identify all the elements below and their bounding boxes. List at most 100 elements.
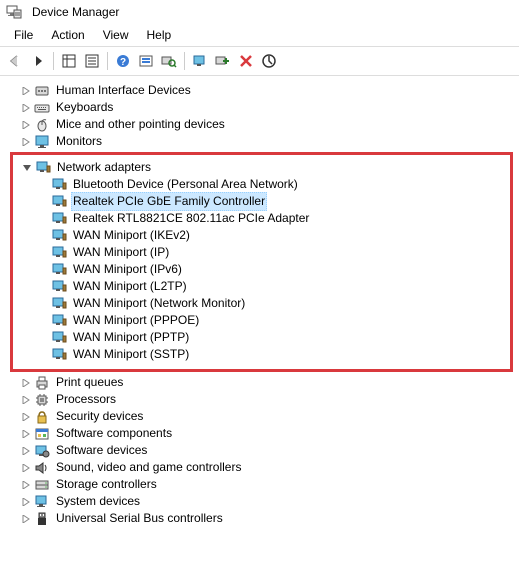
help-button[interactable]: ? — [112, 50, 134, 72]
category-label: Security devices — [54, 408, 145, 425]
device-realtek-wifi[interactable]: Realtek RTL8821CE 802.11ac PCIe Adapter — [13, 210, 510, 227]
network-adapter-icon — [51, 279, 67, 295]
category-label: Universal Serial Bus controllers — [54, 510, 225, 527]
device-label: WAN Miniport (PPPOE) — [71, 312, 201, 329]
category-label: System devices — [54, 493, 142, 510]
device-label: WAN Miniport (IP) — [71, 244, 171, 261]
expand-icon[interactable] — [20, 445, 32, 457]
network-adapter-icon — [35, 160, 51, 176]
category-hid[interactable]: Human Interface Devices — [0, 82, 519, 99]
menu-action[interactable]: Action — [43, 26, 92, 44]
category-label: Network adapters — [55, 159, 153, 176]
category-storage-controllers[interactable]: Storage controllers — [0, 476, 519, 493]
device-wan-sstp[interactable]: WAN Miniport (SSTP) — [13, 346, 510, 363]
menu-file[interactable]: File — [6, 26, 41, 44]
back-button[interactable] — [4, 50, 26, 72]
category-label: Processors — [54, 391, 118, 408]
highlight-box-network: Network adapters Bluetooth Device (Perso… — [10, 152, 513, 372]
device-realtek-gbe[interactable]: Realtek PCIe GbE Family Controller — [13, 193, 510, 210]
category-monitors[interactable]: Monitors — [0, 133, 519, 150]
printer-icon — [34, 375, 50, 391]
device-wan-ikev2[interactable]: WAN Miniport (IKEv2) — [13, 227, 510, 244]
device-label: Realtek PCIe GbE Family Controller — [71, 192, 267, 211]
expand-icon[interactable] — [20, 119, 32, 131]
expand-icon[interactable] — [20, 513, 32, 525]
category-software-devices[interactable]: Software devices — [0, 442, 519, 459]
category-keyboards[interactable]: Keyboards — [0, 99, 519, 116]
category-label: Print queues — [54, 374, 125, 391]
expand-icon[interactable] — [20, 428, 32, 440]
device-label: WAN Miniport (L2TP) — [71, 278, 189, 295]
menu-help[interactable]: Help — [139, 26, 180, 44]
properties-button[interactable] — [81, 50, 103, 72]
toolbar-separator — [53, 52, 54, 70]
keyboard-icon — [34, 100, 50, 116]
expand-icon[interactable] — [20, 136, 32, 148]
expand-icon[interactable] — [20, 394, 32, 406]
device-wan-ipv6[interactable]: WAN Miniport (IPv6) — [13, 261, 510, 278]
expand-icon[interactable] — [20, 377, 32, 389]
expand-icon[interactable] — [20, 479, 32, 491]
update-driver-button[interactable] — [135, 50, 157, 72]
device-bluetooth-pan[interactable]: Bluetooth Device (Personal Area Network) — [13, 176, 510, 193]
device-wan-pppoe[interactable]: WAN Miniport (PPPOE) — [13, 312, 510, 329]
toolbar: ? — [0, 47, 519, 76]
speaker-icon — [34, 460, 50, 476]
menu-view[interactable]: View — [95, 26, 137, 44]
device-wan-netmon[interactable]: WAN Miniport (Network Monitor) — [13, 295, 510, 312]
device-wan-l2tp[interactable]: WAN Miniport (L2TP) — [13, 278, 510, 295]
category-usb-controllers[interactable]: Universal Serial Bus controllers — [0, 510, 519, 527]
expand-icon[interactable] — [20, 102, 32, 114]
storage-icon — [34, 477, 50, 493]
scan-hardware-button[interactable] — [158, 50, 180, 72]
category-label: Mice and other pointing devices — [54, 116, 227, 133]
device-wan-ip[interactable]: WAN Miniport (IP) — [13, 244, 510, 261]
expand-icon[interactable] — [20, 496, 32, 508]
expand-icon[interactable] — [20, 462, 32, 474]
category-security-devices[interactable]: Security devices — [0, 408, 519, 425]
toolbar-separator — [107, 52, 108, 70]
category-sound[interactable]: Sound, video and game controllers — [0, 459, 519, 476]
disable-device-button[interactable] — [258, 50, 280, 72]
category-mice[interactable]: Mice and other pointing devices — [0, 116, 519, 133]
network-adapter-icon — [51, 194, 67, 210]
category-label: Software devices — [54, 442, 149, 459]
network-adapter-icon — [51, 347, 67, 363]
expand-icon[interactable] — [20, 85, 32, 97]
category-print-queues[interactable]: Print queues — [0, 374, 519, 391]
menubar: File Action View Help — [0, 24, 519, 47]
window-title: Device Manager — [32, 5, 119, 19]
device-label: Bluetooth Device (Personal Area Network) — [71, 176, 300, 193]
network-adapter-icon — [51, 245, 67, 261]
device-label: WAN Miniport (IPv6) — [71, 261, 184, 278]
network-adapter-icon — [51, 330, 67, 346]
add-legacy-hardware-button[interactable] — [212, 50, 234, 72]
window-titlebar: Device Manager — [0, 0, 519, 24]
show-hide-console-button[interactable] — [58, 50, 80, 72]
software-component-icon — [34, 426, 50, 442]
collapse-icon[interactable] — [21, 162, 33, 174]
category-system-devices[interactable]: System devices — [0, 493, 519, 510]
toolbar-separator — [184, 52, 185, 70]
category-label: Sound, video and game controllers — [54, 459, 243, 476]
device-label: WAN Miniport (SSTP) — [71, 346, 191, 363]
hid-icon — [34, 83, 50, 99]
device-wan-pptp[interactable]: WAN Miniport (PPTP) — [13, 329, 510, 346]
device-label: WAN Miniport (IKEv2) — [71, 227, 192, 244]
system-device-icon — [34, 494, 50, 510]
forward-button[interactable] — [27, 50, 49, 72]
category-label: Software components — [54, 425, 174, 442]
category-software-components[interactable]: Software components — [0, 425, 519, 442]
network-adapter-icon — [51, 313, 67, 329]
device-tree[interactable]: Human Interface Devices Keyboards Mice a… — [0, 76, 519, 547]
mouse-icon — [34, 117, 50, 133]
expand-icon[interactable] — [20, 411, 32, 423]
security-icon — [34, 409, 50, 425]
enable-device-button[interactable] — [189, 50, 211, 72]
category-network-adapters[interactable]: Network adapters — [13, 159, 510, 176]
category-processors[interactable]: Processors — [0, 391, 519, 408]
uninstall-device-button[interactable] — [235, 50, 257, 72]
device-manager-icon — [6, 4, 22, 20]
processor-icon — [34, 392, 50, 408]
category-label: Keyboards — [54, 99, 115, 116]
